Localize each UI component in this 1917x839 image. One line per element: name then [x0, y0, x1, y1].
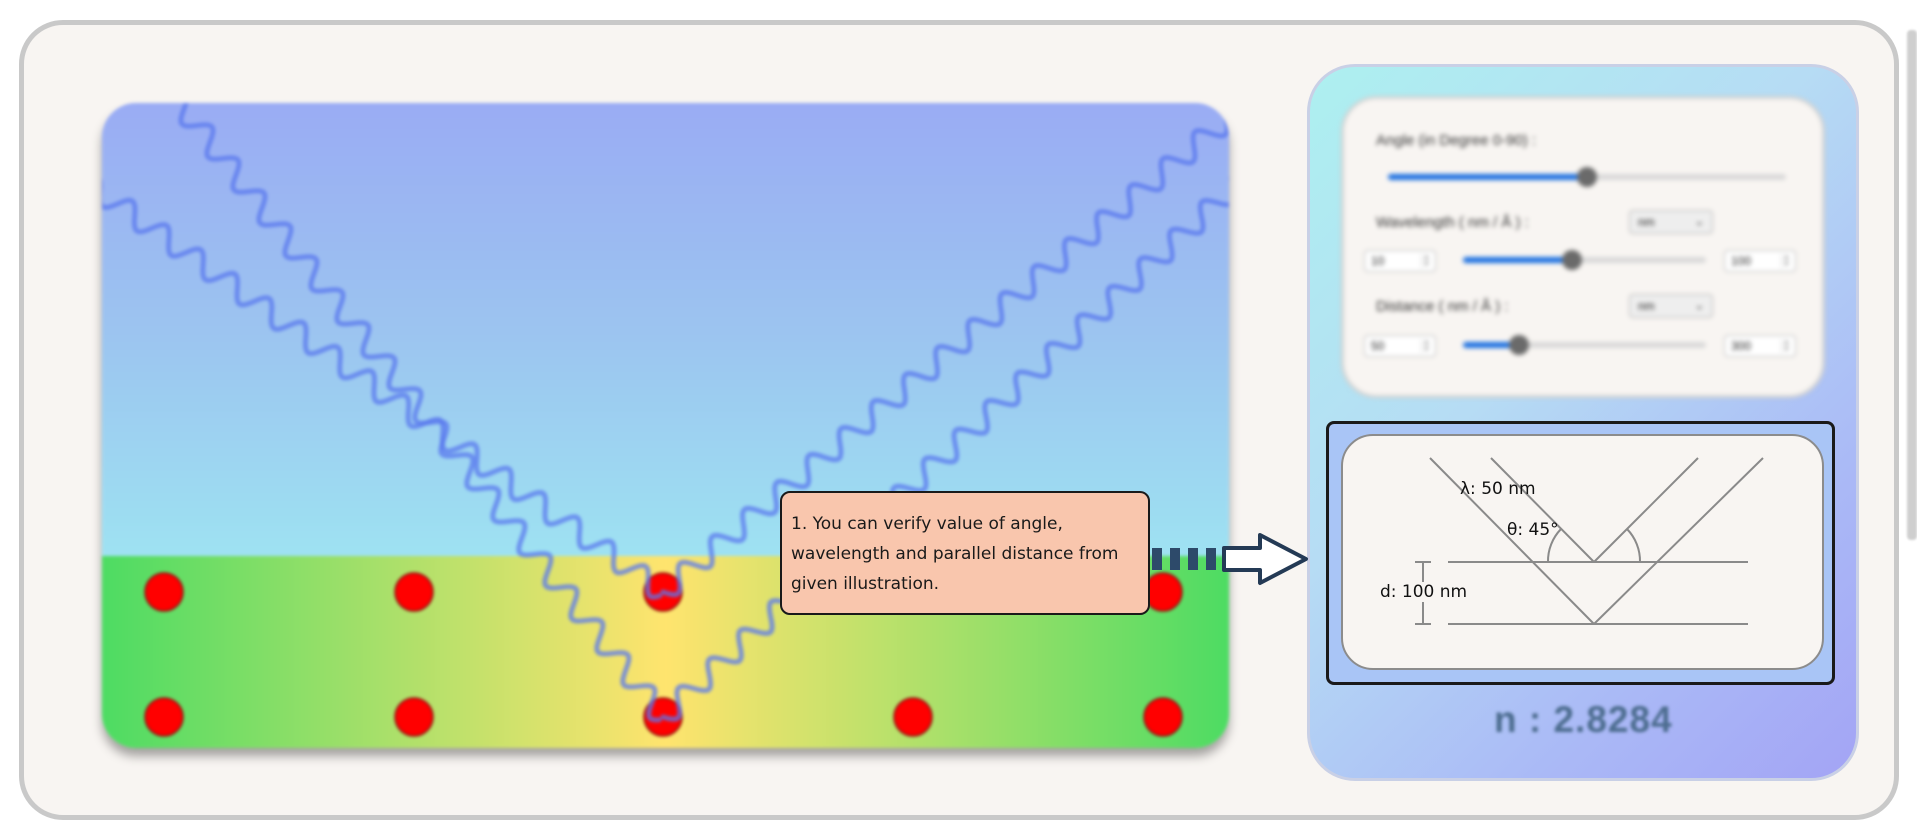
dashed-arrow-shaft [1152, 548, 1216, 570]
tutorial-text: 1. You can verify value of angle, wavele… [791, 514, 1119, 594]
chevron-down-icon: ⌄ [1694, 216, 1704, 228]
wavelength-slider-thumb[interactable] [1562, 250, 1583, 270]
wavelength-slider[interactable] [1463, 250, 1706, 270]
atom [1143, 697, 1183, 737]
illustration-distance: d: 100 nm [1380, 582, 1468, 602]
atom [893, 697, 933, 737]
reflected-ray-lower [1593, 457, 1764, 625]
atom [394, 572, 434, 612]
distance-min-input[interactable]: 50 ▲ ▼ [1364, 335, 1436, 357]
angle-slider-fill [1388, 174, 1587, 180]
atom [144, 697, 184, 737]
result-n-value: n : 2.8284 [1494, 699, 1673, 740]
wavelength-slider-fill [1463, 257, 1573, 263]
incident-wave-upper [102, 177, 663, 600]
page-scrollbar[interactable] [1907, 30, 1917, 540]
spinner-icon[interactable]: ▲ ▼ [1421, 339, 1431, 353]
wavelength-label: Wavelength ( nm / Å ) : [1376, 214, 1529, 231]
reflected-ray-upper [1593, 457, 1699, 563]
distance-min-value: 50 [1371, 339, 1385, 353]
illustration-panel: λ: 50 nm θ: 45° d: 100 nm [1341, 434, 1824, 670]
tutorial-arrow [1152, 533, 1308, 585]
angle-label: Angle (in Degree 0-90) : [1376, 132, 1537, 149]
reflected-wave-lower [660, 175, 1229, 722]
simulation-canvas [102, 103, 1229, 737]
wavelength-max-value: 100 [1731, 254, 1752, 268]
angle-slider[interactable] [1388, 167, 1786, 187]
atom [394, 697, 434, 737]
spinner-icon[interactable]: ▲ ▼ [1781, 254, 1791, 268]
distance-label: Distance ( nm / Å ) : [1376, 298, 1509, 315]
incident-wave-lower [178, 103, 662, 723]
bragg-diagram [1415, 457, 1764, 625]
app-stage: Angle (in Degree 0-90) : Wavelength ( nm… [0, 0, 1917, 839]
wavelength-max-input[interactable]: 100 ▲ ▼ [1724, 250, 1796, 272]
tutorial-tooltip: 1. You can verify value of angle, wavele… [780, 491, 1150, 615]
spinner-icon[interactable]: ▲ ▼ [1781, 339, 1791, 353]
wavelength-unit-value: nm [1638, 215, 1655, 229]
arrow-right-icon [1222, 533, 1308, 585]
distance-unit-select[interactable]: nm ⌄ [1629, 294, 1713, 318]
controls-card: Angle (in Degree 0-90) : Wavelength ( nm… [1341, 96, 1825, 398]
wavelength-unit-select[interactable]: nm ⌄ [1629, 210, 1713, 234]
atom [144, 572, 184, 612]
incident-ray-upper [1490, 457, 1595, 563]
spinner-icon[interactable]: ▲ ▼ [1421, 254, 1431, 268]
distance-unit-value: nm [1638, 299, 1655, 313]
wavelength-min-input[interactable]: 10 ▲ ▼ [1364, 250, 1436, 272]
reflection-angle-arc [1626, 528, 1642, 563]
wavelength-min-value: 10 [1371, 254, 1385, 268]
illustration-angle: θ: 45° [1507, 520, 1559, 540]
distance-max-input[interactable]: 300 ▲ ▼ [1724, 335, 1796, 357]
distance-slider[interactable] [1463, 335, 1706, 355]
illustration-wavelength: λ: 50 nm [1460, 479, 1536, 499]
simulation-panel [102, 103, 1229, 748]
distance-max-value: 300 [1731, 339, 1752, 353]
chevron-down-icon: ⌄ [1694, 300, 1704, 312]
distance-slider-thumb[interactable] [1508, 335, 1529, 355]
angle-slider-thumb[interactable] [1577, 167, 1597, 187]
